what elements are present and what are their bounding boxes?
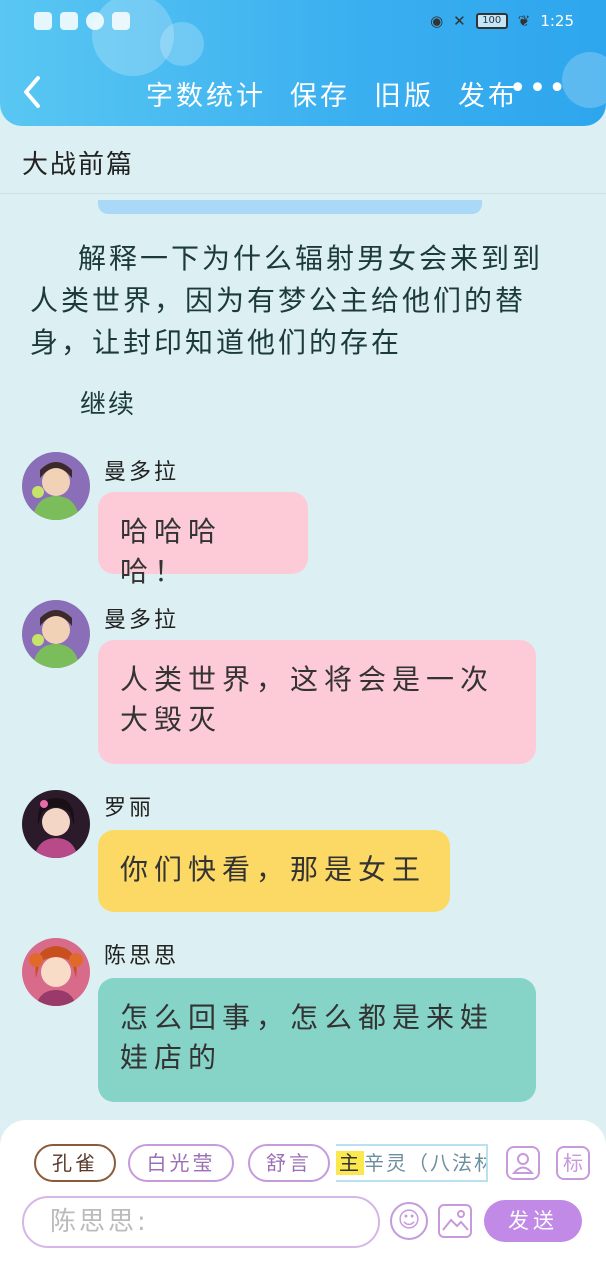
wifi-icon [60, 12, 78, 30]
clock: 1:25 [540, 12, 574, 30]
sender-name: 曼多拉 [104, 608, 180, 633]
character-chip[interactable]: 舒言 [248, 1144, 330, 1182]
message-bubble[interactable]: 你们快看，那是女王 [98, 830, 450, 912]
avatar-mandora-image [22, 452, 90, 520]
sim-icon [34, 12, 52, 30]
save-button[interactable]: 保存 [290, 74, 350, 113]
decor-bubble [562, 52, 606, 108]
person-icon [511, 1153, 535, 1174]
document-title[interactable]: 大战前篇 [22, 144, 134, 181]
battery-icon: 100 [475, 13, 508, 29]
smiley-icon: ☺ [397, 1208, 421, 1233]
image-icon [442, 1210, 469, 1231]
message-bubble[interactable]: 怎么回事，怎么都是来娃娃店的 [98, 978, 536, 1102]
music-app-icon [86, 12, 104, 30]
avatar[interactable] [22, 600, 90, 668]
send-button[interactable]: 发送 [484, 1200, 582, 1242]
avatar-luoli-image [22, 790, 90, 858]
status-bar: ◉ ✕ 100 ❦ 1:25 [0, 8, 606, 38]
character-chip[interactable]: 白光莹 [128, 1144, 234, 1182]
mark-button[interactable]: 标 [556, 1146, 590, 1180]
app-notification-icon [112, 12, 130, 30]
top-header: ◉ ✕ 100 ❦ 1:25 字数统计 保存 旧版 发布 ••• [0, 0, 606, 126]
sender-name: 曼多拉 [104, 460, 180, 485]
back-button[interactable] [20, 74, 50, 114]
image-button[interactable] [438, 1204, 472, 1238]
leaf-icon: ❦ [517, 12, 531, 30]
eye-icon: ◉ [430, 12, 444, 30]
title-bar: 大战前篇 [0, 136, 606, 194]
old-version-button[interactable]: 旧版 [374, 74, 434, 113]
message-bubble[interactable]: 人类世界，这将会是一次大毁灭 [98, 640, 536, 764]
chat-message[interactable]: 曼多拉 哈哈哈哈！ [0, 450, 606, 588]
continue-text[interactable]: 继续 [80, 384, 136, 421]
character-chip-selected[interactable]: 主辛灵（八法林 [336, 1144, 488, 1182]
more-icon: ••• [508, 71, 568, 106]
chevron-left-icon [24, 76, 40, 108]
mark-label: 标 [563, 1151, 583, 1175]
divider-strip [98, 200, 482, 214]
main-role-tag: 主 [336, 1151, 364, 1175]
mute-icon: ✕ [453, 12, 466, 30]
sender-name: 罗丽 [104, 796, 155, 821]
avatar[interactable] [22, 938, 90, 1006]
message-input[interactable]: 陈思思: [22, 1196, 380, 1248]
avatar-mandora-image [22, 600, 90, 668]
character-chip[interactable]: 孔雀 [34, 1144, 116, 1182]
emoji-button[interactable]: ☺ [390, 1202, 428, 1240]
message-bubble[interactable]: 哈哈哈哈！ [98, 492, 308, 588]
chat-message[interactable]: 陈思思 怎么回事，怎么都是来娃娃店的 [0, 936, 606, 1106]
character-manage-button[interactable] [506, 1146, 540, 1180]
sender-name: 陈思思 [104, 944, 180, 969]
chat-message[interactable]: 罗丽 你们快看，那是女王 [0, 788, 606, 916]
character-chip-label: 辛灵（八法林 [364, 1151, 488, 1175]
avatar-chensisi-image [22, 938, 90, 1006]
more-button[interactable]: ••• [509, 74, 568, 104]
avatar[interactable] [22, 790, 90, 858]
avatar[interactable] [22, 452, 90, 520]
narration-text[interactable]: 解释一下为什么辐射男女会来到到人类世界，因为有梦公主给他们的替身，让封印知道他们… [30, 238, 570, 364]
chat-message[interactable]: 曼多拉 人类世界，这将会是一次大毁灭 [0, 600, 606, 770]
header-nav: 字数统计 保存 旧版 发布 [146, 74, 518, 113]
word-count-button[interactable]: 字数统计 [146, 74, 266, 113]
